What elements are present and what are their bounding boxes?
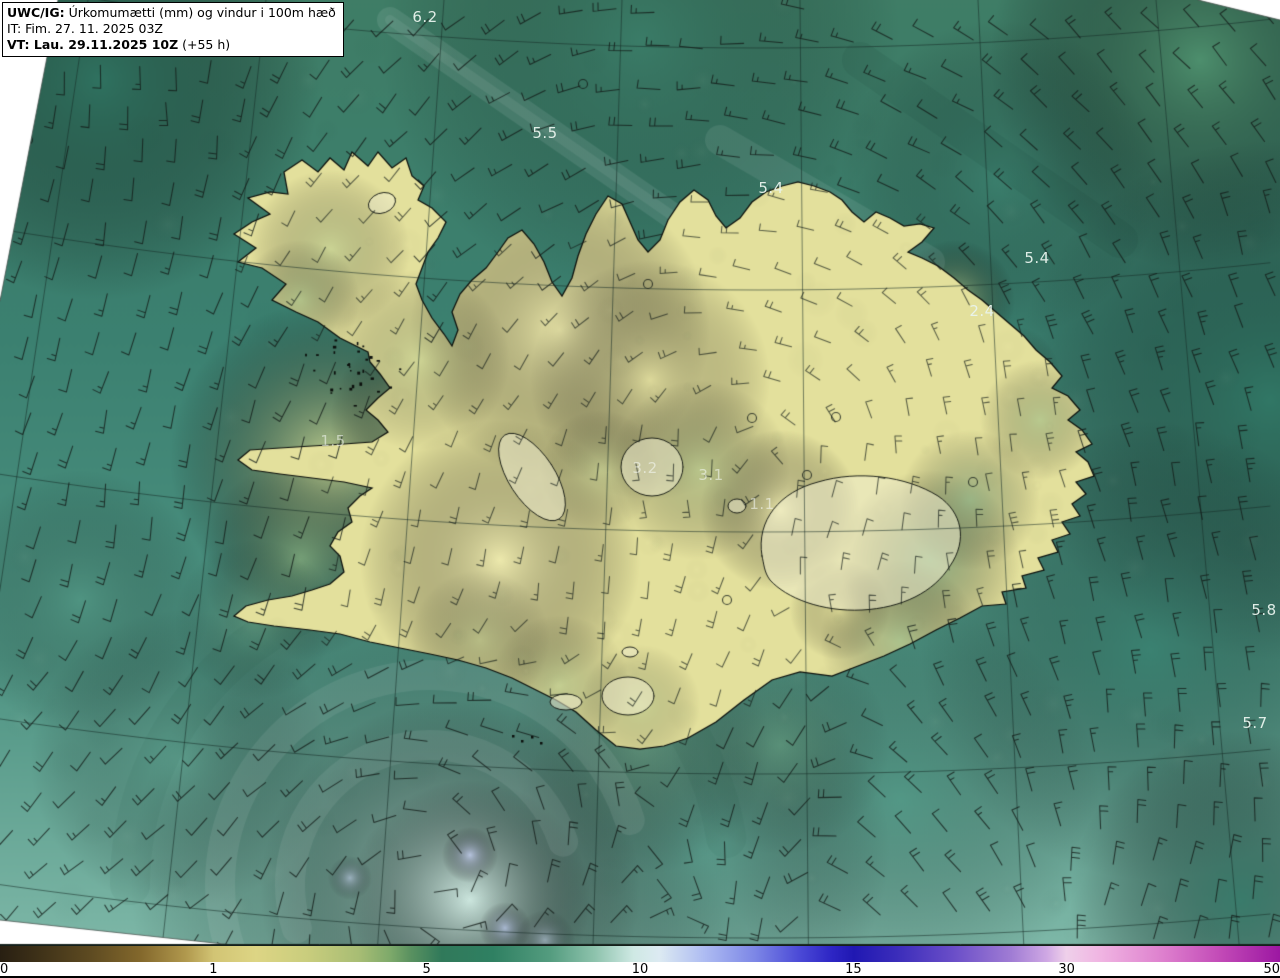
valid-time: VT: Lau. 29.11.2025 10Z xyxy=(7,37,179,52)
colorbar-tick-label: 50 xyxy=(1263,962,1280,977)
model-id-label: UWC/IG: xyxy=(7,5,65,20)
valid-time-line: VT: Lau. 29.11.2025 10Z (+55 h) xyxy=(7,37,336,53)
colorbar-tick-label: 30 xyxy=(1058,962,1075,977)
colorbar-tick-label: 1 xyxy=(209,962,218,977)
colorbar-gradient xyxy=(0,945,1280,962)
colorbar-tick-label: 15 xyxy=(845,962,862,977)
colorbar-tick-label: 5 xyxy=(422,962,431,977)
product-title-line: UWC/IG: Úrkomumætti (mm) og vindur i 100… xyxy=(7,5,336,21)
colorbar-tick-label: 0 xyxy=(0,962,9,977)
init-time-line: IT: Fim. 27. 11. 2025 03Z xyxy=(7,21,163,36)
colorbar: 0 1 5 10 15 30 50 xyxy=(0,945,1280,978)
product-title: Úrkomumætti (mm) og vindur i 100m hæð xyxy=(64,5,336,20)
forecast-info-box: UWC/IG: Úrkomumætti (mm) og vindur i 100… xyxy=(2,2,344,57)
forecast-lead-time: (+55 h) xyxy=(178,37,231,52)
colorbar-tick-label: 10 xyxy=(631,962,649,977)
weather-map-app: 6.2 5.5 5.4 5.4 2.4 1.5 3.2 3.1 1.1 5.8 5.7 UWC/IG… xyxy=(0,0,1280,978)
weather-map-canvas xyxy=(0,0,1280,945)
colorbar-tick-labels: 0 1 5 10 15 30 50 xyxy=(0,962,1280,978)
